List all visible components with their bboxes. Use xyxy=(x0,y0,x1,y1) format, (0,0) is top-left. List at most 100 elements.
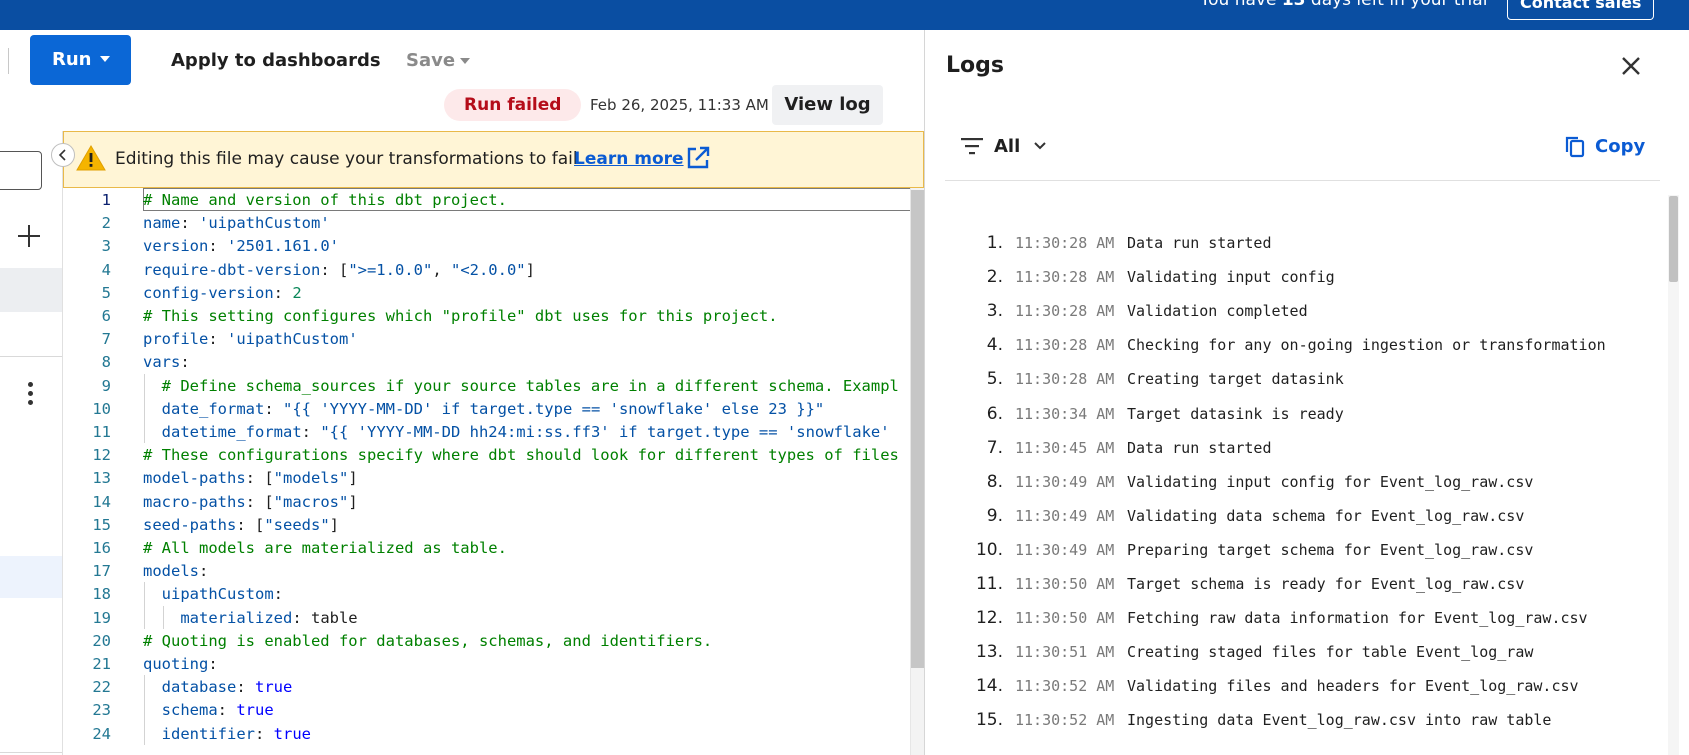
code-editor[interactable]: 1 # Name and version of this dbt project.… xyxy=(63,188,924,755)
code-line[interactable]: 1 # Name and version of this dbt project. xyxy=(63,188,924,212)
code-line[interactable]: 9 # Define schema_sources if your source… xyxy=(63,374,924,398)
contact-sales-button[interactable]: Contact sales xyxy=(1507,0,1655,20)
code-token: datetime_format xyxy=(161,423,302,441)
log-entry-message: Validating input config xyxy=(1127,268,1335,287)
run-button[interactable]: Run xyxy=(30,35,131,85)
code-text: require-dbt-version: [">=1.0.0", "<2.0.0… xyxy=(143,258,535,282)
code-line[interactable]: 4 require-dbt-version: [">=1.0.0", "<2.0.… xyxy=(63,258,924,282)
log-entry-message: Creating target datasink xyxy=(1127,370,1344,389)
close-icon[interactable] xyxy=(1618,53,1644,79)
indent-guide xyxy=(162,605,164,629)
code-line[interactable]: 11 datetime_format: "{{ 'YYYY-MM-DD hh24… xyxy=(63,420,924,444)
code-line[interactable]: 6 # This setting configures which "profil… xyxy=(63,304,924,328)
run-caret-icon[interactable] xyxy=(100,56,110,62)
indent-guide xyxy=(144,582,145,629)
code-line[interactable]: 20 # Quoting is enabled for databases, sc… xyxy=(63,629,924,653)
log-entry-time: 11:30:28 AM xyxy=(1015,370,1115,389)
code-token: : xyxy=(255,724,274,743)
line-number: 7 xyxy=(101,330,111,349)
code-line[interactable]: 19 materialized: table xyxy=(63,606,924,630)
log-entry-message: Validation completed xyxy=(1127,302,1308,321)
code-line[interactable]: 23 schema: true xyxy=(63,698,924,722)
code-line[interactable]: 5 config-version: 2 xyxy=(63,281,924,305)
log-entry-number: 14. xyxy=(975,676,1003,697)
line-number: 17 xyxy=(92,562,111,581)
code-line[interactable]: 17 models: xyxy=(63,559,924,583)
apply-to-dashboards-button[interactable]: Apply to dashboards xyxy=(171,50,381,71)
log-entry-number: 12. xyxy=(975,608,1003,629)
code-line[interactable]: 16 # All models are materialized as table… xyxy=(63,536,924,560)
code-text: profile: 'uipathCustom' xyxy=(143,327,358,351)
log-entry: 6. 11:30:34 AM Target datasink is ready xyxy=(925,401,1665,427)
code-token: # These configurations specify where dbt… xyxy=(143,446,899,465)
code-line[interactable]: 13 model-paths: ["models"] xyxy=(63,466,924,490)
code-token: : xyxy=(208,237,227,256)
plus-icon[interactable] xyxy=(18,225,40,247)
code-line[interactable]: 22 database: true xyxy=(63,675,924,699)
save-button[interactable]: Save xyxy=(406,50,455,71)
sidebar-item[interactable] xyxy=(0,268,62,312)
trial-days: 13 xyxy=(1281,0,1306,10)
run-button-label: Run xyxy=(52,49,92,70)
code-token: '2501.161.0' xyxy=(227,237,339,256)
code-line[interactable]: 3 version: '2501.161.0' xyxy=(63,234,924,258)
filter-icon xyxy=(961,138,983,155)
code-token: : [ xyxy=(320,260,349,279)
indent-guide xyxy=(144,373,145,444)
view-log-button[interactable]: View log xyxy=(772,85,883,125)
log-entry-time: 11:30:49 AM xyxy=(1015,506,1115,525)
log-entry-number: 1. xyxy=(986,233,1003,253)
collapse-sidebar-button[interactable] xyxy=(51,143,75,167)
line-number: 12 xyxy=(92,446,111,465)
log-entry-number: 3. xyxy=(986,301,1003,322)
code-line[interactable]: 18 uipathCustom: xyxy=(63,582,924,606)
log-entry-message: Preparing target schema for Event_log_ra… xyxy=(1127,540,1534,559)
chevron-down-icon xyxy=(1034,142,1046,150)
learn-more-link[interactable]: Learn more xyxy=(574,149,684,169)
log-entry-time: 11:30:28 AM xyxy=(1015,268,1115,287)
log-entry: 14. 11:30:52 AM Validating files and heade… xyxy=(925,673,1665,699)
code-line[interactable]: 2 name: 'uipathCustom' xyxy=(63,211,924,235)
code-line[interactable]: 21 quoting: xyxy=(63,652,924,676)
log-entry-time: 11:30:52 AM xyxy=(1015,711,1115,730)
indent-guide xyxy=(144,675,145,745)
code-token: true xyxy=(236,701,274,720)
save-caret-icon[interactable] xyxy=(460,58,470,64)
code-token: # Name and version of this dbt project. xyxy=(143,191,507,209)
code-line[interactable]: 10 date_format: "{{ 'YYYY-MM-DD' if targ… xyxy=(63,397,924,421)
sidebar-search-input[interactable] xyxy=(0,151,42,190)
code-line[interactable]: 7 profile: 'uipathCustom' xyxy=(63,327,924,351)
code-line[interactable]: 14 macro-paths: ["macros"] xyxy=(63,490,924,514)
kebab-icon[interactable] xyxy=(24,382,36,406)
sidebar-item-selected[interactable] xyxy=(0,556,62,598)
code-text: # Quoting is enabled for databases, sche… xyxy=(143,629,712,653)
code-token: : xyxy=(180,214,199,233)
code-token: model-paths xyxy=(143,469,246,488)
code-token: version xyxy=(143,237,209,256)
log-entry-message: Data run started xyxy=(1127,234,1272,252)
code-text: uipathCustom: xyxy=(143,582,283,606)
copy-label: Copy xyxy=(1595,136,1646,157)
log-entry-time: 11:30:28 AM xyxy=(1015,234,1115,252)
code-line[interactable]: 8 vars: xyxy=(63,350,924,374)
code-line[interactable]: 24 identifier: true xyxy=(63,722,924,746)
line-number: 18 xyxy=(92,585,111,604)
log-entry-message: Data run started xyxy=(1127,438,1272,457)
filter-label: All xyxy=(994,136,1021,157)
code-token: : xyxy=(199,562,209,581)
code-text: quoting: xyxy=(143,652,218,676)
code-text: database: true xyxy=(143,675,293,699)
line-number: 19 xyxy=(92,608,111,627)
external-link-icon[interactable] xyxy=(685,145,711,171)
editor-scrollbar-thumb[interactable] xyxy=(911,190,924,668)
logs-scrollbar-thumb[interactable] xyxy=(1669,196,1678,282)
code-line[interactable]: 15 seed-paths: ["seeds"] xyxy=(63,513,924,537)
code-text: name: 'uipathCustom' xyxy=(143,211,330,235)
code-line[interactable]: 12 # These configurations specify where d… xyxy=(63,443,924,467)
code-token: : xyxy=(292,608,311,627)
log-entry-time: 11:30:52 AM xyxy=(1015,677,1115,696)
